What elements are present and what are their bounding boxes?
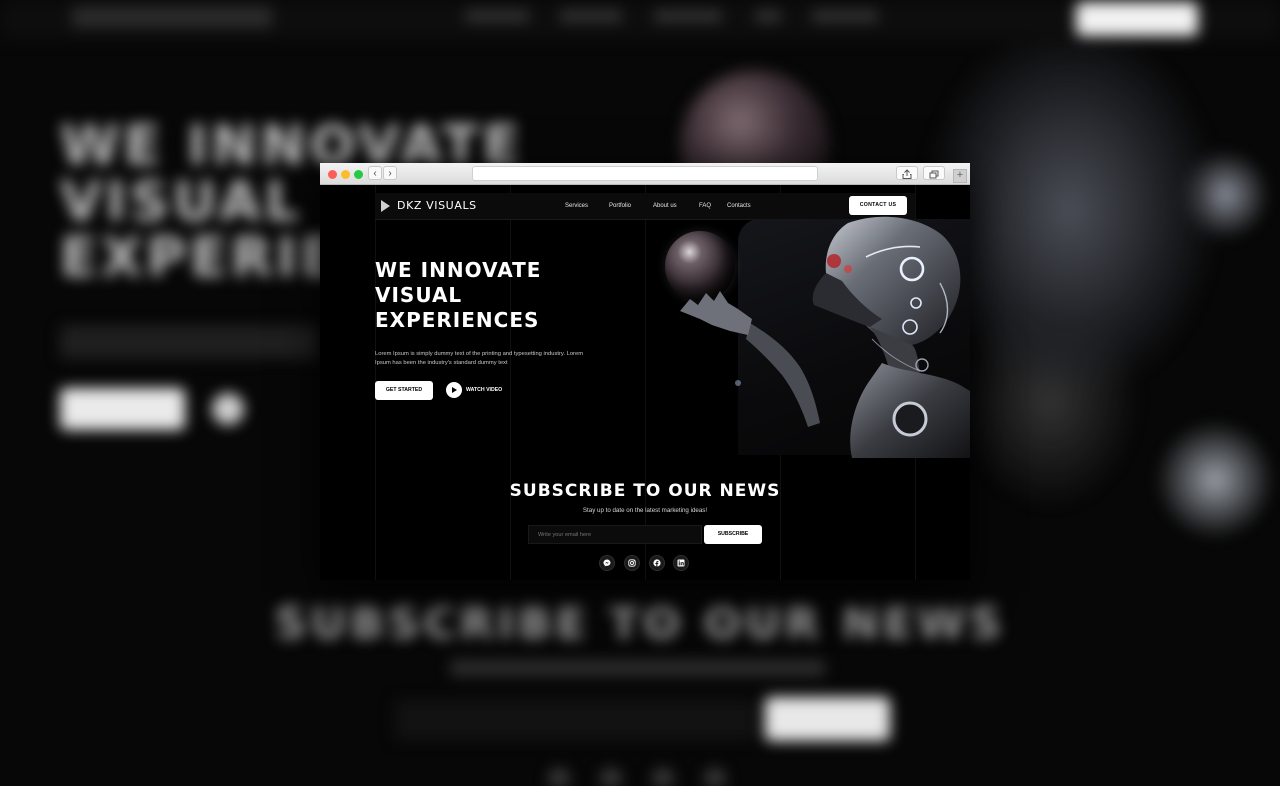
backdrop-nav-link bbox=[812, 10, 878, 22]
logo-icon bbox=[381, 200, 390, 212]
subscribe-button[interactable]: SUBSCRIBE bbox=[704, 525, 762, 544]
backdrop-nav-link bbox=[465, 10, 529, 22]
nav-link-faq[interactable]: FAQ bbox=[699, 203, 711, 209]
backdrop-hero-description bbox=[60, 325, 320, 359]
backdrop-social-icon bbox=[704, 768, 726, 786]
minimize-window-icon[interactable] bbox=[341, 170, 350, 179]
browser-toolbar: ‹ › + bbox=[320, 163, 970, 185]
hero-description: Lorem Ipsum is simply dummy text of the … bbox=[375, 351, 584, 366]
backdrop-nav-link bbox=[560, 10, 622, 22]
instagram-icon[interactable] bbox=[624, 555, 640, 571]
new-tab-icon[interactable]: + bbox=[953, 169, 967, 183]
website-viewport: DKZ VISUALS Services Portfolio About us … bbox=[320, 185, 970, 580]
backdrop-logo bbox=[72, 6, 272, 28]
address-bar[interactable] bbox=[472, 166, 818, 181]
nav-link-contacts[interactable]: Contacts bbox=[727, 203, 751, 209]
get-started-button[interactable]: GET STARTED bbox=[375, 381, 433, 400]
backdrop-get-started bbox=[60, 388, 185, 430]
subscribe-subtitle: Stay up to date on the latest marketing … bbox=[582, 507, 708, 514]
grid-line bbox=[510, 185, 511, 580]
backdrop-social-icon bbox=[548, 768, 570, 786]
play-icon[interactable] bbox=[446, 382, 462, 398]
email-input[interactable] bbox=[528, 525, 702, 544]
hero-title-line: EXPERIENCES bbox=[375, 308, 540, 332]
messenger-icon[interactable] bbox=[599, 555, 615, 571]
backdrop-social-icon bbox=[652, 768, 674, 786]
nav-link-services[interactable]: Services bbox=[565, 203, 588, 209]
hero-title-line: VISUAL bbox=[375, 283, 463, 307]
backdrop-email-input bbox=[395, 700, 755, 740]
subscribe-title: SUBSCRIBE TO OUR NEWS bbox=[509, 481, 781, 501]
backdrop-contact-button bbox=[1076, 2, 1198, 36]
hero-title: WE INNOVATE VISUAL EXPERIENCES bbox=[375, 258, 605, 333]
backdrop-nav-link bbox=[755, 10, 781, 22]
brand-logo[interactable]: DKZ VISUALS bbox=[397, 199, 477, 212]
backdrop-subscribe-title: SUBSCRIBE TO OUR NEWS bbox=[274, 598, 1006, 649]
share-icon[interactable] bbox=[896, 166, 918, 180]
facebook-icon[interactable] bbox=[649, 555, 665, 571]
browser-window: ‹ › + DKZ VISUALS Services Portfolio Abo… bbox=[320, 163, 970, 580]
hero-title-line: WE INNOVATE bbox=[375, 258, 542, 282]
nav-link-portfolio[interactable]: Portfolio bbox=[609, 203, 631, 209]
backdrop-subscribe-subtitle bbox=[450, 660, 825, 676]
backdrop-subscribe-button bbox=[765, 697, 890, 741]
backdrop-nav-link bbox=[654, 10, 722, 22]
hero-robot-artwork bbox=[620, 213, 970, 458]
forward-arrow-icon[interactable]: › bbox=[383, 166, 397, 180]
robot-illustration bbox=[680, 216, 970, 458]
tabs-overview-icon[interactable] bbox=[923, 166, 945, 180]
close-window-icon[interactable] bbox=[328, 170, 337, 179]
linkedin-icon[interactable] bbox=[673, 555, 689, 571]
back-arrow-icon[interactable]: ‹ bbox=[368, 166, 382, 180]
nav-link-about[interactable]: About us bbox=[653, 203, 677, 209]
backdrop-play-icon bbox=[212, 393, 244, 425]
watch-video-link[interactable]: WATCH VIDEO bbox=[466, 387, 502, 393]
backdrop-social-icon bbox=[600, 768, 622, 786]
maximize-window-icon[interactable] bbox=[354, 170, 363, 179]
